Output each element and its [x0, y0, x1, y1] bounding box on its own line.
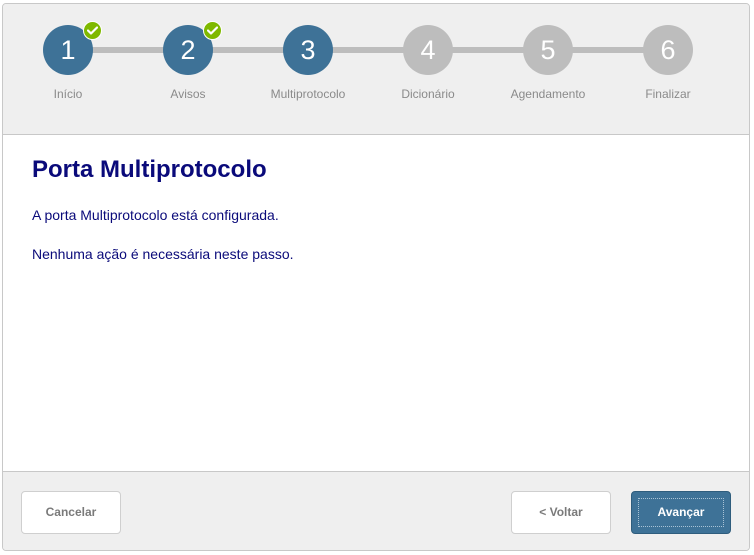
status-message: A porta Multiprotocolo está configurada. [32, 207, 279, 223]
step-5: 5 Agendamento [488, 4, 608, 134]
step-4: 4 Dicionário [368, 4, 488, 134]
checkmark-icon [203, 21, 222, 40]
wizard-footer: Cancelar < Voltar Avançar [3, 471, 749, 550]
step-6-circle: 6 [643, 25, 693, 75]
step-3-circle: 3 [283, 25, 333, 75]
step-5-circle: 5 [523, 25, 573, 75]
step-6: 6 Finalizar [608, 4, 728, 134]
step-4-circle: 4 [403, 25, 453, 75]
step-2-label: Avisos [170, 87, 206, 101]
wizard-steps-header: 1 Início 2 Avisos 3 Multiprotocolo 4 Dic… [3, 4, 749, 135]
next-button-label: Avançar [657, 505, 705, 519]
checkmark-icon [83, 21, 102, 40]
step-1-label: Início [53, 87, 83, 101]
step-5-label: Agendamento [510, 87, 586, 101]
setup-wizard: 1 Início 2 Avisos 3 Multiprotocolo 4 Dic… [2, 3, 750, 551]
back-button[interactable]: < Voltar [511, 491, 611, 534]
step-3-label: Multiprotocolo [270, 87, 346, 101]
step-2: 2 Avisos [128, 4, 248, 134]
step-3: 3 Multiprotocolo [248, 4, 368, 134]
instruction-message: Nenhuma ação é necessária neste passo. [32, 246, 294, 262]
cancel-button[interactable]: Cancelar [21, 491, 121, 534]
step-6-label: Finalizar [645, 87, 691, 101]
step-1: 1 Início [8, 4, 128, 134]
step-4-label: Dicionário [401, 87, 455, 101]
wizard-content: Porta Multiprotocolo A porta Multiprotoc… [3, 135, 749, 471]
next-button[interactable]: Avançar [631, 491, 731, 534]
page-title: Porta Multiprotocolo [32, 156, 267, 183]
